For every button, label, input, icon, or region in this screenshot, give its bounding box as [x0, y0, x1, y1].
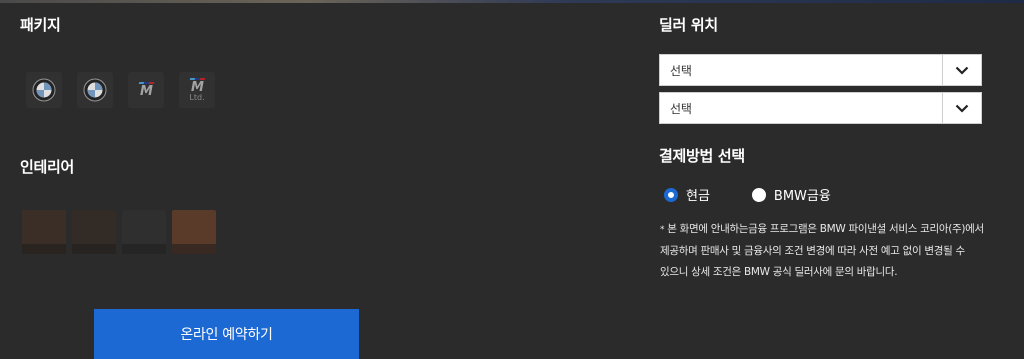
payment-title: 결제방법 선택 [659, 147, 745, 165]
finance-notice: * 본 화면에 안내하는금융 프로그램은 BMW 파이낸셜 서비스 코리아(주)에… [660, 219, 990, 283]
radio-unchecked-icon[interactable] [751, 187, 766, 202]
dealer-branch-select[interactable]: 선택 [659, 92, 982, 124]
online-reserve-button[interactable]: 온라인 예약하기 [94, 309, 359, 359]
interior-swatch-list [22, 210, 216, 254]
dealer-region-select[interactable]: 선택 [659, 54, 982, 86]
dealer-title: 딜러 위치 [659, 16, 718, 34]
chevron-down-icon [942, 55, 981, 85]
interior-swatch-2[interactable] [72, 210, 116, 254]
payment-option-bmw-finance[interactable]: BMW금융 [751, 185, 831, 204]
dealer-region-value: 선택 [670, 63, 692, 78]
interior-swatch-3[interactable] [122, 210, 166, 254]
dealer-branch-value: 선택 [670, 101, 692, 116]
package-badge-4[interactable]: M Ltd. [179, 72, 215, 108]
payment-option-cash[interactable]: 현금 [664, 185, 710, 204]
payment-option-bmw-finance-label: BMW금융 [773, 189, 831, 204]
notice-bullet: * [660, 225, 665, 235]
interior-title: 인테리어 [20, 158, 75, 176]
top-image-edge [0, 0, 1024, 3]
interior-swatch-4[interactable] [172, 210, 216, 254]
interior-swatch-1[interactable] [22, 210, 66, 254]
notice-text: 본 화면에 안내하는금융 프로그램은 BMW 파이낸셜 서비스 코리아(주)에서… [660, 223, 984, 278]
package-badge-2[interactable] [77, 72, 113, 108]
payment-option-cash-label: 현금 [686, 189, 710, 204]
m-ltd-logo-icon: M Ltd. [189, 78, 205, 102]
m-logo-icon: M [138, 82, 154, 99]
bmw-roundel-icon [83, 78, 107, 102]
package-badge-list: M M Ltd. [26, 72, 215, 108]
chevron-down-icon [942, 93, 981, 123]
package-badge-1[interactable] [26, 72, 62, 108]
package-badge-3[interactable]: M [128, 72, 164, 108]
bmw-roundel-icon [32, 78, 56, 102]
package-title: 패키지 [20, 16, 61, 34]
radio-checked-icon[interactable] [664, 187, 678, 202]
payment-method-radio-group: 현금 BMW금융 [664, 185, 831, 204]
